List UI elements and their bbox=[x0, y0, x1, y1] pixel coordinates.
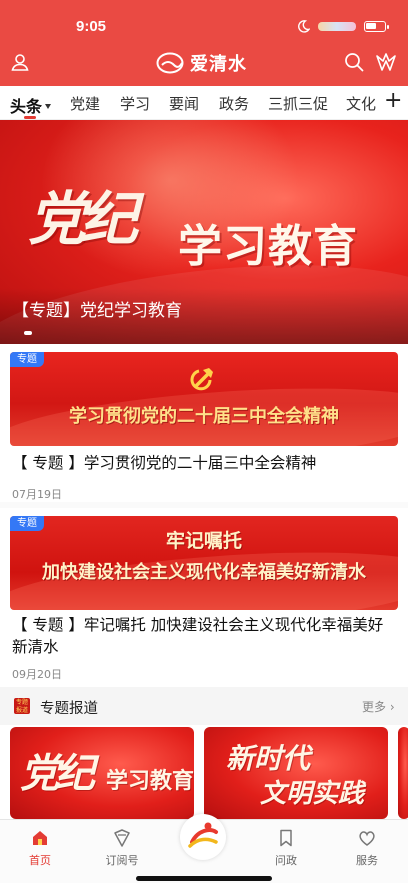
bottom-nav: 首页 订阅号 问政 服务 bbox=[0, 814, 408, 883]
tab-culture[interactable]: 文化 bbox=[346, 93, 376, 114]
topic-card-text: 学习教育 bbox=[106, 768, 194, 794]
search-icon[interactable] bbox=[344, 52, 364, 72]
water-logo-icon bbox=[156, 52, 184, 74]
tab-news[interactable]: 要闻 bbox=[169, 93, 199, 114]
hero-calligraphy: 党纪 bbox=[28, 185, 138, 253]
topic-card-text: 文明实践 bbox=[260, 779, 365, 809]
home-icon bbox=[33, 831, 47, 845]
bookmark-icon bbox=[280, 829, 292, 847]
tab-study[interactable]: 学习 bbox=[120, 93, 150, 114]
section-title: 专题报道 bbox=[40, 701, 98, 717]
app-logo: 爱清水 bbox=[156, 50, 247, 76]
topic-section-header: 专题报道 专题报道 更多 › bbox=[0, 687, 408, 725]
tab-three-grasps[interactable]: 三抓三促 bbox=[268, 93, 328, 114]
topic-card[interactable]: 新时代 文明实践 bbox=[204, 727, 388, 819]
article-title: 【 专题 】牢记嘱托 加快建设社会主义现代化幸福美好新清水 bbox=[12, 616, 384, 656]
subscribe-icon bbox=[114, 829, 130, 847]
article-date: 09月20日 bbox=[12, 668, 62, 681]
divider bbox=[0, 502, 408, 508]
hero-caption: 【专题】党纪学习教育 bbox=[12, 301, 182, 321]
tab-party-building[interactable]: 党建 bbox=[70, 93, 100, 114]
nav-label: 问政 bbox=[275, 854, 297, 867]
topic-card-headline: 新时代 bbox=[226, 742, 311, 775]
party-emblem-icon bbox=[190, 368, 213, 391]
nav-label: 首页 bbox=[29, 854, 51, 867]
tab-government[interactable]: 政务 bbox=[219, 93, 249, 114]
add-tab-button[interactable]: + bbox=[384, 89, 402, 113]
app-header: 9:05 爱清水 bbox=[0, 0, 408, 86]
more-label: 更多 bbox=[362, 700, 387, 714]
article-image-text: 学习贯彻党的二十届三中全会精神 bbox=[69, 406, 339, 427]
nav-inquiry[interactable]: 问政 bbox=[256, 828, 316, 868]
topic-badge: 专题 bbox=[10, 352, 44, 367]
nav-subscribe[interactable]: 订阅号 bbox=[92, 828, 152, 868]
topic-card-calligraphy: 党纪 bbox=[20, 750, 95, 797]
article-image-text: 加快建设社会主义现代化幸福美好新清水 bbox=[42, 562, 366, 583]
tab-label: 头条 bbox=[10, 97, 43, 116]
topic-badge: 专题 bbox=[10, 516, 44, 531]
article-image: 学习贯彻党的二十届三中全会精神 bbox=[10, 352, 398, 446]
more-link[interactable]: 更多 › bbox=[362, 698, 395, 715]
brand-logo-icon[interactable] bbox=[374, 50, 398, 74]
user-icon[interactable] bbox=[10, 52, 30, 72]
topic-section-icon: 专题报道 bbox=[14, 698, 30, 714]
center-logo-button[interactable] bbox=[180, 814, 226, 860]
nav-label: 订阅号 bbox=[105, 854, 139, 867]
hero-banner[interactable]: 党纪 学习教育 【专题】党纪学习教育 bbox=[0, 120, 408, 344]
topic-card[interactable]: 党纪 学习教育 bbox=[10, 727, 194, 819]
article-image: 牢记嘱托 加快建设社会主义现代化幸福美好新清水 bbox=[10, 516, 398, 610]
tab-headlines[interactable]: 头条 bbox=[10, 93, 52, 117]
chevron-right-icon: › bbox=[389, 700, 395, 714]
home-indicator bbox=[136, 876, 272, 881]
battery-icon bbox=[364, 21, 389, 32]
signal-icon bbox=[318, 22, 356, 31]
topic-card-peek bbox=[398, 727, 408, 819]
status-icons bbox=[297, 20, 389, 33]
nav-services[interactable]: 服务 bbox=[337, 828, 397, 868]
header-nav-row: 爱清水 bbox=[0, 44, 408, 82]
status-time: 9:05 bbox=[76, 18, 107, 35]
article-image-headline: 牢记嘱托 bbox=[165, 530, 242, 552]
nav-label: 服务 bbox=[356, 854, 378, 867]
article-title: 【 专题 】学习贯彻党的二十届三中全会精神 bbox=[12, 454, 317, 472]
carousel-indicator bbox=[24, 331, 32, 335]
caret-down-icon bbox=[45, 103, 52, 109]
heart-icon bbox=[359, 831, 375, 846]
app-name: 爱清水 bbox=[190, 54, 247, 75]
hero-main-text: 学习教育 bbox=[178, 221, 358, 272]
moon-icon bbox=[298, 20, 310, 33]
active-tab-indicator bbox=[24, 116, 36, 119]
category-tabs: 头条 党建 学习 要闻 政务 三抓三促 文化 + bbox=[0, 86, 408, 120]
nav-home[interactable]: 首页 bbox=[10, 828, 70, 868]
center-logo-icon bbox=[188, 822, 218, 848]
article-date: 07月19日 bbox=[12, 488, 62, 501]
